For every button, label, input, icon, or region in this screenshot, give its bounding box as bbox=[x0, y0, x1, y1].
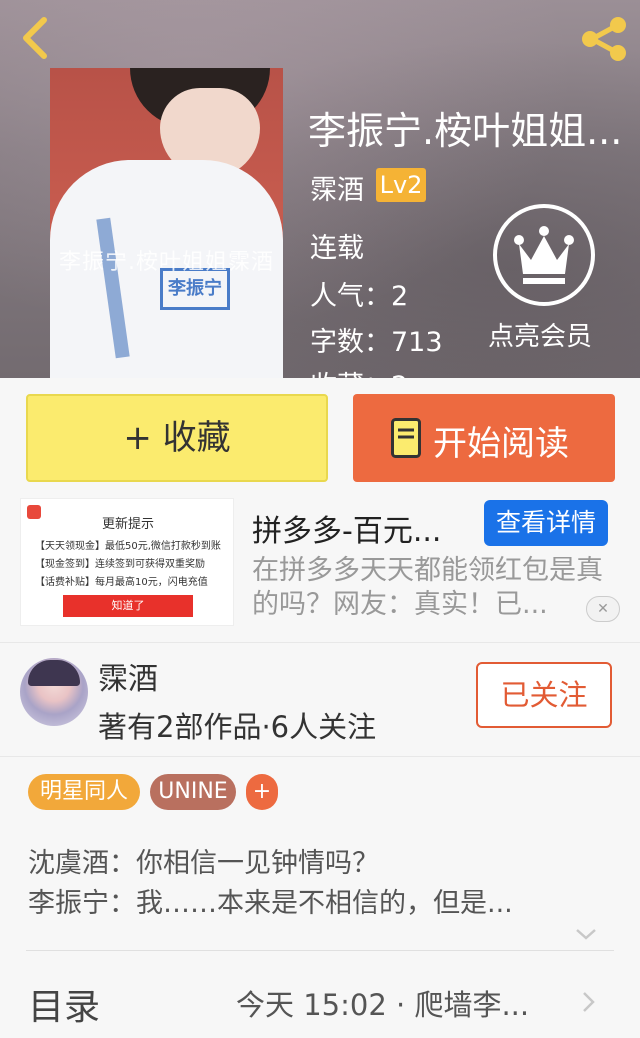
vip-label[interactable]: 点亮会员 bbox=[488, 316, 592, 353]
ad-thumbnail[interactable]: 更新提示 【天天领现金】最低50元,微信打款秒到账 【现金签到】连续签到可获得双… bbox=[20, 498, 234, 626]
book-author[interactable]: 霂酒 bbox=[310, 168, 364, 207]
popularity-stat: 人气：2 bbox=[310, 281, 409, 312]
ad-view-details-button[interactable]: 查看详情 bbox=[484, 500, 608, 546]
ad-thumb-line: 【天天领现金】最低50元,微信打款秒到账 bbox=[35, 541, 221, 552]
catalog-label: 目录 bbox=[28, 987, 101, 1028]
ad-thumb-line: 【现金签到】连续签到可获得双重奖励 bbox=[35, 559, 205, 570]
chevron-down-icon[interactable] bbox=[574, 926, 598, 942]
add-tag-button[interactable]: + bbox=[246, 774, 278, 810]
share-button[interactable] bbox=[578, 16, 630, 62]
ad-thumb-ok-button: 知道了 bbox=[63, 595, 193, 617]
divider bbox=[0, 642, 640, 643]
book-cover[interactable]: 李振宁 李振宁.桉叶姐姐霂酒 bbox=[50, 68, 283, 378]
divider bbox=[0, 756, 640, 757]
ad-title[interactable]: 拼多多-百元... bbox=[252, 506, 472, 550]
crown-icon bbox=[514, 226, 574, 284]
ad-close-button[interactable]: ✕ bbox=[586, 596, 620, 622]
serial-status: 连载 bbox=[310, 233, 364, 264]
tag-unine[interactable]: UNINE bbox=[150, 774, 236, 810]
author-meta: 著有2部作品·6人关注 bbox=[98, 710, 377, 744]
back-button[interactable] bbox=[14, 14, 58, 62]
author-avatar[interactable] bbox=[20, 658, 88, 726]
ad-thumb-heading: 更新提示 bbox=[101, 517, 154, 532]
collect-button[interactable]: + 收藏 bbox=[26, 394, 328, 482]
book-header: 李振宁 李振宁.桉叶姐姐霂酒 李振宁.桉叶姐姐... 霂酒 Lv2 连载 人气：… bbox=[0, 0, 640, 378]
intro-line: 沈虞酒：你相信一见钟情吗？ bbox=[28, 848, 379, 879]
start-reading-button[interactable]: 开始阅读 bbox=[353, 394, 615, 482]
followed-button[interactable]: 已关注 bbox=[476, 662, 612, 728]
ad-description[interactable]: 在拼多多天天都能领红包是真的吗？网友：真实！已... bbox=[252, 554, 622, 622]
word-count-stat: 字数：713 bbox=[310, 327, 443, 358]
favorites-stat: 收藏：2 bbox=[310, 364, 408, 378]
level-badge: Lv2 bbox=[376, 168, 426, 202]
chevron-right-icon bbox=[583, 992, 595, 1012]
book-icon bbox=[391, 418, 421, 458]
intro-line: 李振宁：我……本来是不相信的，但是... bbox=[28, 888, 513, 919]
book-title: 李振宁.桉叶姐姐... bbox=[308, 109, 623, 153]
catalog-latest-chapter: 今天 15:02 · 爬墙李... bbox=[236, 988, 530, 1022]
divider bbox=[26, 950, 614, 951]
ad-thumb-line: 【话费补贴】每月最高10元，闪电充值 bbox=[35, 577, 208, 588]
share-icon bbox=[582, 17, 626, 61]
author-name[interactable]: 霂酒 bbox=[98, 654, 158, 698]
cover-watermark: 李振宁.桉叶姐姐霂酒 bbox=[59, 250, 274, 275]
chevron-left-icon bbox=[23, 17, 47, 59]
start-reading-label: 开始阅读 bbox=[433, 424, 569, 464]
vip-button[interactable] bbox=[493, 204, 595, 306]
book-intro[interactable]: 沈虞酒：你相信一见钟情吗？ 李振宁：我……本来是不相信的，但是... bbox=[28, 844, 618, 924]
tag-star-fanfic[interactable]: 明星同人 bbox=[28, 774, 140, 810]
